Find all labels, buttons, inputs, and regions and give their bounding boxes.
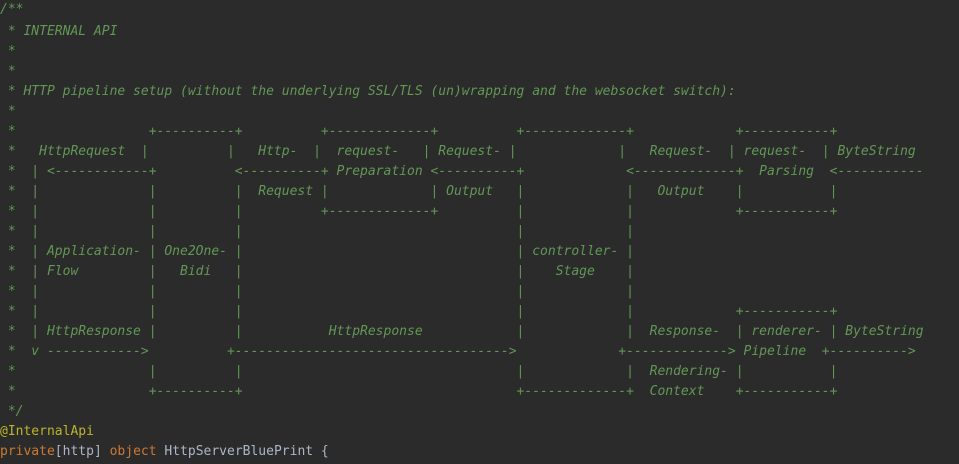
scope-open-bracket: [	[54, 444, 63, 459]
comment-line: * +----------+ +-------------+ Context +…	[0, 384, 838, 399]
scope-name: http	[62, 444, 94, 459]
comment-line: * | Flow | Bidi | | Stage |	[0, 264, 634, 279]
comment-line: */	[0, 404, 24, 419]
annotation-line: @InternalApi	[0, 424, 94, 439]
comment-line: * HTTP pipeline setup (without the under…	[0, 84, 736, 99]
private-keyword: private	[0, 444, 55, 459]
object-keyword: object	[109, 444, 157, 459]
comment-line: /**	[0, 2, 24, 17]
comment-line: * | | | +-------------+ | | +-----------…	[0, 204, 838, 219]
comment-line: * HttpRequest | | Http- | request- | Req…	[0, 144, 916, 159]
comment-line: * INTERNAL API	[0, 24, 118, 39]
comment-line: * v ------------> +---------------------…	[0, 344, 916, 359]
scope-close-bracket: ]	[93, 444, 102, 459]
comment-line: * | | | Request | | Output | | Output | …	[0, 184, 838, 199]
comment-line: *	[0, 104, 16, 119]
comment-line: * | <------------+ <----------+ Preparat…	[0, 164, 924, 179]
comment-line: *	[0, 64, 16, 79]
code-editor[interactable]: /** * INTERNAL API * * * HTTP pipeline s…	[0, 0, 959, 464]
comment-line: * | Application- | One2One- | | controll…	[0, 244, 634, 259]
comment-line: * | | | | | +-----------+	[0, 304, 838, 319]
comment-line: * | | | | Rendering- | |	[0, 364, 838, 379]
comment-line: * | HttpResponse | | HttpResponse | | Re…	[0, 324, 924, 339]
comment-line: * | | | | |	[0, 224, 634, 239]
object-declaration: HttpServerBluePrint {	[156, 444, 329, 459]
comment-line: * | | | | |	[0, 284, 634, 299]
comment-line: *	[0, 44, 16, 59]
comment-line: * +----------+ +-------------+ +--------…	[0, 124, 838, 139]
declaration-line: private[http] object HttpServerBluePrint…	[0, 442, 329, 462]
